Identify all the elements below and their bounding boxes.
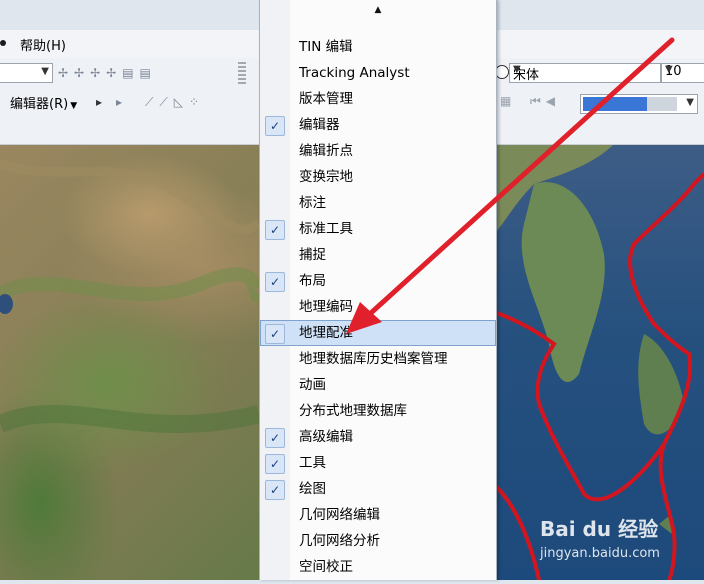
red-arrow-annotation [346,37,675,334]
baidu-watermark-url: jingyan.baidu.com [540,546,660,561]
baidu-watermark-logo: Bai du 经验 [540,517,659,541]
